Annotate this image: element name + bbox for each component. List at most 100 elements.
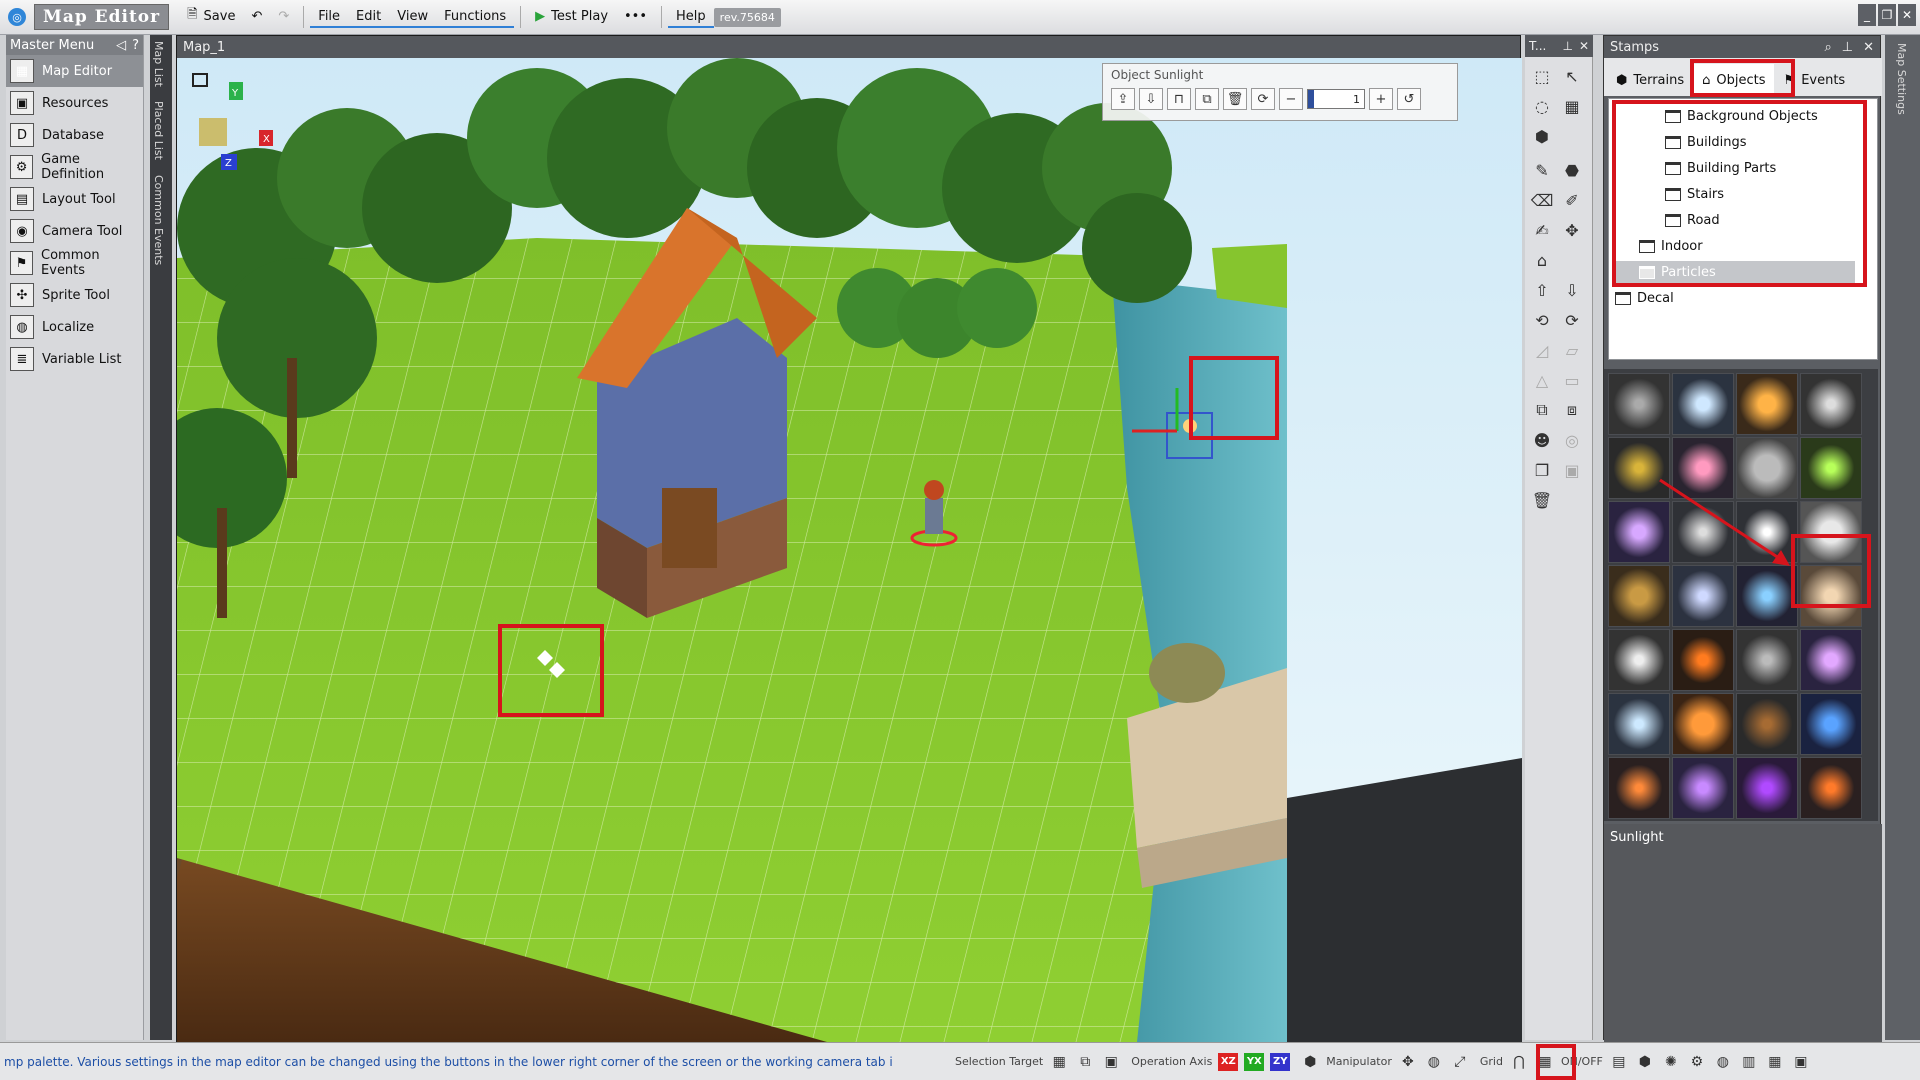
tab-common-events[interactable]: Common Events <box>152 175 165 265</box>
grid-toggle-icon[interactable]: ▦ <box>1765 1052 1785 1072</box>
select-object-icon[interactable]: ⧉ <box>1075 1052 1095 1072</box>
test-play-button[interactable]: ▶ Test Play <box>527 7 616 28</box>
minus-button[interactable]: − <box>1279 88 1303 110</box>
reset-button[interactable]: ↺ <box>1397 88 1421 110</box>
rotate-tool-icon[interactable]: ⟲ <box>1529 307 1555 333</box>
particle-thumb[interactable] <box>1608 693 1670 755</box>
collapse-icon[interactable]: ◁ <box>116 38 126 53</box>
layer-view-icon[interactable]: ▥ <box>1739 1052 1759 1072</box>
lasso-icon[interactable]: ◌ <box>1529 93 1555 119</box>
menu-item-camera-tool[interactable]: ◉ Camera Tool <box>6 215 143 247</box>
brush-icon[interactable]: ✍ <box>1529 217 1555 243</box>
particle-thumb[interactable] <box>1672 757 1734 819</box>
particle-thumb[interactable] <box>1608 629 1670 691</box>
raise-icon[interactable]: ⇧ <box>1529 277 1555 303</box>
map-scene[interactable]: X Y Z <box>177 58 1522 1042</box>
arrange-alt-icon[interactable]: ⧈ <box>1559 397 1585 423</box>
menu-item-game-definition[interactable]: ⚙ Game Definition <box>6 151 143 183</box>
settings-icon[interactable]: ⚙ <box>1687 1052 1707 1072</box>
lower-icon[interactable]: ⇩ <box>1559 277 1585 303</box>
ground-button[interactable]: ⊓ <box>1167 88 1191 110</box>
pin-icon[interactable]: ⊥ <box>1842 40 1853 55</box>
toggle-icon[interactable]: ▤ <box>1609 1052 1629 1072</box>
delete-button[interactable]: 🗑 <box>1223 88 1247 110</box>
arrange-icon[interactable]: ⧉ <box>1529 397 1555 423</box>
redo-button[interactable]: ↷ <box>270 7 297 28</box>
maximize-button[interactable]: ❐ <box>1878 4 1896 26</box>
rotate-gizmo-icon[interactable]: ◍ <box>1424 1052 1444 1072</box>
menu-edit[interactable]: Edit <box>348 7 390 28</box>
pencil-icon[interactable]: ✎ <box>1529 157 1555 183</box>
menu-item-variable-list[interactable]: ≣ Variable List <box>6 343 143 375</box>
particle-thumb[interactable] <box>1736 629 1798 691</box>
duplicate-icon[interactable]: ❐ <box>1529 457 1555 483</box>
particle-thumb[interactable] <box>1800 373 1862 435</box>
menu-help[interactable]: Help <box>668 7 714 28</box>
tab-map-settings[interactable]: Map Settings <box>1895 43 1908 115</box>
axis-zy-button[interactable]: ZY <box>1270 1052 1291 1071</box>
stamp-icon[interactable]: ✥ <box>1559 217 1585 243</box>
tab-terrains[interactable]: ⬢ Terrains <box>1608 64 1693 96</box>
select-all-icon[interactable]: ▣ <box>1101 1052 1121 1072</box>
particle-thumb[interactable] <box>1672 629 1734 691</box>
more-button[interactable]: ••• <box>616 7 655 28</box>
copy-button[interactable]: ⧉ <box>1195 88 1219 110</box>
manipulator-mode-icon[interactable]: ⬢ <box>1300 1052 1320 1072</box>
value-slider[interactable]: 1 <box>1307 89 1365 109</box>
menu-view[interactable]: View <box>389 7 437 28</box>
globe-icon[interactable]: ◍ <box>1713 1052 1733 1072</box>
tab-placed-list[interactable]: Placed List <box>152 101 165 160</box>
lighting-icon[interactable]: ✺ <box>1661 1052 1681 1072</box>
pin-icon[interactable]: ⊥ <box>1562 39 1572 53</box>
scale-gizmo-icon[interactable]: ⤢ <box>1450 1052 1470 1072</box>
move-gizmo-icon[interactable]: ✥ <box>1398 1052 1418 1072</box>
menu-file[interactable]: File <box>310 7 349 28</box>
grid-select-icon[interactable]: ▦ <box>1559 93 1585 119</box>
menu-item-localize[interactable]: ◍ Localize <box>6 311 143 343</box>
menu-item-database[interactable]: D Database <box>6 119 143 151</box>
eraser-icon[interactable]: ⌫ <box>1529 187 1555 213</box>
save-button[interactable]: 🗎 Save <box>179 3 243 31</box>
axis-xz-button[interactable]: XZ <box>1218 1052 1239 1071</box>
menu-item-sprite-tool[interactable]: ✣ Sprite Tool <box>6 279 143 311</box>
house-tool-icon[interactable]: ⌂ <box>1529 247 1555 273</box>
move-down-button[interactable]: ⇩ <box>1139 88 1163 110</box>
close-icon[interactable]: ✕ <box>1863 40 1874 55</box>
screenshot-icon[interactable]: ▣ <box>1791 1052 1811 1072</box>
particle-thumb[interactable] <box>1800 693 1862 755</box>
pointer-icon[interactable]: ↖ <box>1559 63 1585 89</box>
menu-item-resources[interactable]: ▣ Resources <box>6 87 143 119</box>
move-up-button[interactable]: ⇪ <box>1111 88 1135 110</box>
plus-button[interactable]: + <box>1369 88 1393 110</box>
rotate-alt-icon[interactable]: ⟳ <box>1559 307 1585 333</box>
particle-thumb[interactable] <box>1800 437 1862 499</box>
axis-yx-button[interactable]: YX <box>1244 1052 1265 1071</box>
select-terrain-icon[interactable]: ▦ <box>1049 1052 1069 1072</box>
particle-thumb[interactable] <box>1736 693 1798 755</box>
particle-thumb[interactable] <box>1800 757 1862 819</box>
character-icon[interactable]: ☻ <box>1529 427 1555 453</box>
particle-thumb[interactable] <box>1608 757 1670 819</box>
help-icon[interactable]: ? <box>132 38 139 53</box>
minimize-button[interactable]: _ <box>1858 4 1876 26</box>
search-icon[interactable]: ⌕ <box>1824 40 1831 55</box>
eyedropper-icon[interactable]: ✐ <box>1559 187 1585 213</box>
menu-item-layout-tool[interactable]: ▤ Layout Tool <box>6 183 143 215</box>
select-rect-icon[interactable]: ⬚ <box>1529 63 1555 89</box>
particle-thumb[interactable] <box>1672 373 1734 435</box>
rotate-button[interactable]: ⟳ <box>1251 88 1275 110</box>
menu-item-map-editor[interactable]: ▦ Map Editor <box>6 55 143 87</box>
particle-thumb[interactable] <box>1800 629 1862 691</box>
tree-item-decal[interactable]: Decal <box>1615 287 1674 309</box>
camera-view-icon[interactable]: ⬢ <box>1635 1052 1655 1072</box>
menu-functions[interactable]: Functions <box>436 7 515 28</box>
menu-item-common-events[interactable]: ⚑ Common Events <box>6 247 143 279</box>
fill-icon[interactable]: ⬣ <box>1559 157 1585 183</box>
undo-button[interactable]: ↶ <box>243 7 270 28</box>
particle-thumb[interactable] <box>1608 373 1670 435</box>
particle-thumb[interactable] <box>1672 693 1734 755</box>
particle-thumb[interactable] <box>1736 373 1798 435</box>
particle-thumb[interactable] <box>1736 757 1798 819</box>
tab-map-list[interactable]: Map List <box>152 41 165 87</box>
close-icon[interactable]: ✕ <box>1579 39 1589 53</box>
